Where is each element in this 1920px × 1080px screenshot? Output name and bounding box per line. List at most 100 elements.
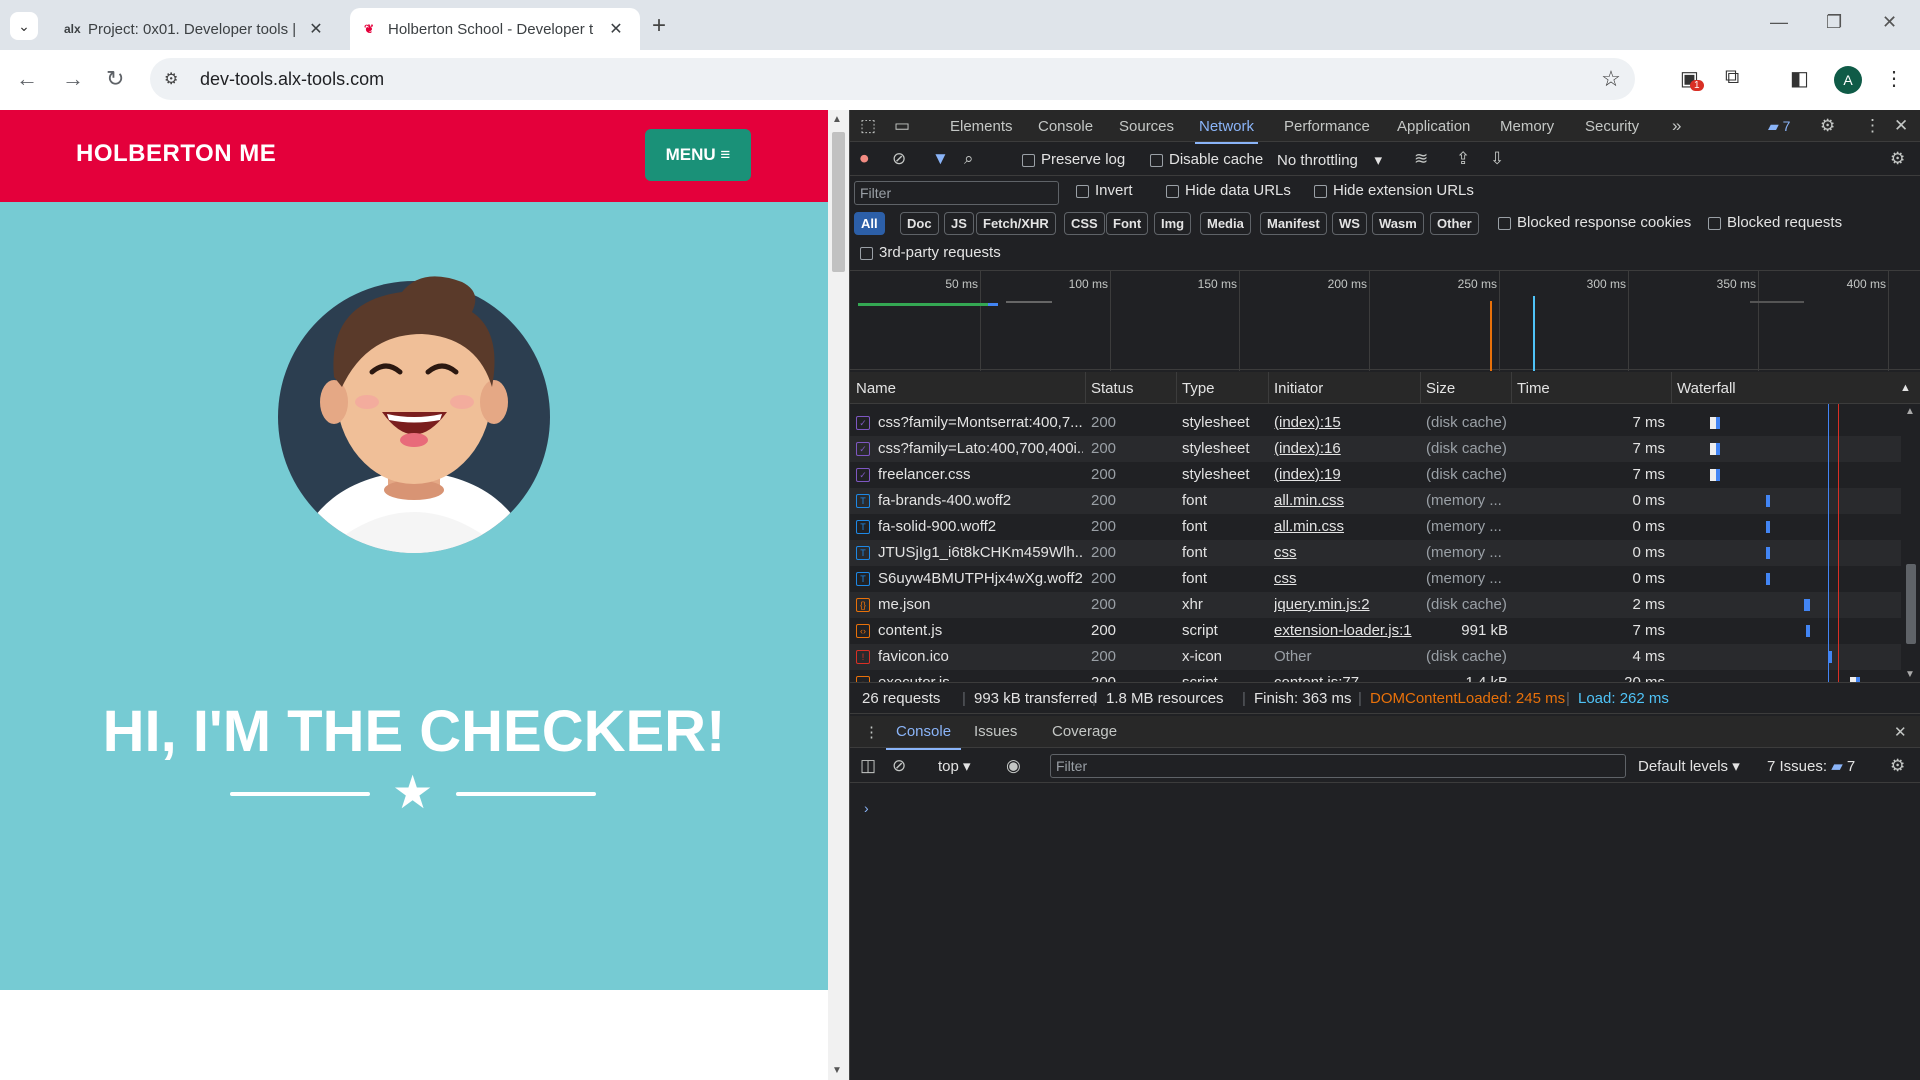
type-filter-other[interactable]: Other (1430, 212, 1479, 235)
preserve-log-checkbox[interactable]: Preserve log (1022, 151, 1125, 168)
request-initiator[interactable]: content.js:77 (1274, 674, 1418, 682)
request-row[interactable]: ! favicon.ico 200 x-icon Other (disk cache) 4 … (850, 644, 1901, 670)
network-conditions-icon[interactable]: ≋ (1414, 149, 1428, 169)
puzzle-extensions-icon[interactable]: ⧉ (1725, 66, 1739, 89)
settings-gear-icon[interactable]: ⚙ (1820, 116, 1835, 136)
tab-elements[interactable]: Elements (950, 118, 1013, 135)
import-har-icon[interactable]: ⇪ (1456, 149, 1470, 169)
kebab-menu-icon[interactable]: ⋮ (1884, 66, 1904, 91)
sort-arrow-icon[interactable]: ▲ (1900, 382, 1911, 394)
request-row[interactable]: Tfa-brands-400.woff2 200 font all.min.css (m… (850, 488, 1901, 514)
request-initiator[interactable]: (index):16 (1274, 440, 1418, 457)
drawer-tab-issues[interactable]: Issues (974, 723, 1017, 740)
context-select[interactable]: top ▾ (938, 757, 971, 775)
col-size[interactable]: Size (1426, 380, 1455, 397)
close-devtools-icon[interactable]: ✕ (1894, 116, 1908, 136)
tab-security[interactable]: Security (1585, 118, 1639, 135)
reload-icon[interactable]: ↻ (106, 66, 124, 92)
page-scrollbar[interactable]: ▲ ▼ (828, 110, 849, 1080)
close-tab-icon[interactable]: ✕ (306, 19, 326, 39)
network-overview-timeline[interactable]: 50 ms 100 ms 150 ms 200 ms 250 ms 300 ms… (850, 270, 1920, 371)
col-initiator[interactable]: Initiator (1274, 380, 1323, 397)
request-initiator[interactable]: jquery.min.js:2 (1274, 596, 1418, 613)
new-tab-button[interactable]: + (652, 12, 666, 40)
request-row[interactable]: T JTUSjIg1_i6t8kCHKm459Wlh... 200 font css (m… (850, 540, 1901, 566)
col-waterfall[interactable]: Waterfall (1677, 380, 1736, 397)
scrollbar-thumb[interactable] (832, 132, 845, 272)
site-brand[interactable]: HOLBERTON ME (76, 140, 276, 168)
blocked-requests-checkbox[interactable]: Blocked requests (1708, 214, 1842, 231)
blocked-cookies-checkbox[interactable]: Blocked response cookies (1498, 214, 1691, 231)
request-row[interactable]: ✓ css?family=Lato:400,700,400i... 200 style… (850, 436, 1901, 462)
col-type[interactable]: Type (1182, 380, 1215, 397)
log-levels-select[interactable]: Default levels ▾ (1638, 757, 1740, 775)
hide-extension-urls-checkbox[interactable]: Hide extension URLs (1314, 182, 1474, 199)
export-har-icon[interactable]: ⇩ (1490, 149, 1504, 169)
request-row[interactable]: ✓ css?family=Montserrat:400,7... 200 styles… (850, 410, 1901, 436)
tab-search-button[interactable]: ⌄ (10, 12, 38, 40)
type-filter-doc[interactable]: Doc (900, 212, 939, 235)
bookmark-star-icon[interactable]: ☆ (1587, 58, 1635, 100)
close-window-icon[interactable]: ✕ (1882, 12, 1897, 33)
console-filter-input[interactable]: Filter (1050, 754, 1626, 778)
tab-application[interactable]: Application (1397, 118, 1470, 135)
devtools-menu-icon[interactable]: ⋮ (1864, 116, 1881, 136)
console-sidebar-icon[interactable]: ◫ (860, 756, 876, 776)
col-time[interactable]: Time (1517, 380, 1550, 397)
type-filter-font[interactable]: Font (1106, 212, 1149, 235)
side-panel-icon[interactable]: ◧ (1790, 66, 1809, 91)
browser-tab-alx[interactable]: alx Project: 0x01. Developer tools | ✕ (50, 8, 340, 50)
browser-tab-holberton[interactable]: ❦ Holberton School - Developer t ✕ (350, 8, 640, 50)
tab-console[interactable]: Console (1038, 118, 1093, 135)
console-clear-icon[interactable]: ⊘ (892, 756, 906, 776)
request-row[interactable]: {} me.json 200 xhr jquery.min.js:2 (disk cach… (850, 592, 1901, 618)
type-filter-all[interactable]: All (854, 212, 885, 235)
type-filter-js[interactable]: JS (944, 212, 974, 235)
request-initiator[interactable]: all.min.css (1274, 492, 1418, 509)
request-row[interactable]: ✓ freelancer.css 200 stylesheet (index):19 (d… (850, 462, 1901, 488)
tab-memory[interactable]: Memory (1500, 118, 1554, 135)
requests-scroll-thumb[interactable] (1906, 564, 1916, 644)
minimize-icon[interactable]: — (1770, 12, 1788, 33)
request-initiator[interactable]: css (1274, 570, 1418, 587)
inspect-element-icon[interactable]: ⬚ (860, 116, 876, 136)
network-settings-icon[interactable]: ⚙ (1890, 149, 1905, 169)
type-filter-fetch-xhr[interactable]: Fetch/XHR (976, 212, 1056, 235)
request-row[interactable]: T S6uyw4BMUTPHjx4wXg.woff2 200 font css (memo… (850, 566, 1901, 592)
issues-counter[interactable]: 7 Issues: ▰ 7 (1767, 757, 1855, 775)
messages-icon[interactable]: ▰ 7 (1768, 118, 1790, 135)
forward-icon[interactable]: → (62, 66, 84, 92)
record-stop-icon[interactable]: ⏺ (860, 149, 869, 169)
address-bar[interactable]: ⚙ dev-tools.alx-tools.com ☆ (150, 58, 1635, 100)
drawer-menu-icon[interactable]: ⋮ (864, 723, 879, 741)
disable-cache-checkbox[interactable]: Disable cache (1150, 151, 1263, 168)
clear-icon[interactable]: ⊘ (892, 149, 906, 169)
type-filter-manifest[interactable]: Manifest (1260, 212, 1327, 235)
drawer-tab-console[interactable]: Console (885, 723, 962, 750)
device-toolbar-icon[interactable]: ▭ (894, 116, 910, 136)
request-row[interactable]: ‹› content.js 200 script extension-loader.js… (850, 618, 1901, 644)
request-initiator[interactable]: css (1274, 544, 1418, 561)
network-filter-input[interactable]: Filter (854, 181, 1059, 205)
tab-performance[interactable]: Performance (1284, 118, 1370, 135)
console-prompt[interactable]: › (864, 800, 869, 816)
tab-sources[interactable]: Sources (1119, 118, 1174, 135)
type-filter-wasm[interactable]: Wasm (1372, 212, 1424, 235)
request-initiator[interactable]: (index):19 (1274, 466, 1418, 483)
throttling-select[interactable]: No throttling ▾ (1277, 151, 1382, 169)
request-row[interactable]: ‹›executor.js200scriptcontent.js:771.4 k… (850, 670, 1901, 682)
search-icon[interactable]: ⌕ (964, 149, 974, 169)
type-filter-img[interactable]: Img (1154, 212, 1192, 235)
close-tab-icon[interactable]: ✕ (606, 19, 626, 39)
menu-button[interactable]: MENU ≡ (645, 129, 751, 181)
type-filter-media[interactable]: Media (1200, 212, 1251, 235)
profile-avatar[interactable]: A (1834, 66, 1862, 94)
invert-checkbox[interactable]: Invert (1076, 182, 1133, 199)
request-initiator[interactable]: extension-loader.js:1 (1274, 622, 1418, 639)
filter-funnel-icon[interactable]: ▼ (932, 149, 949, 169)
type-filter-css[interactable]: CSS (1064, 212, 1105, 235)
back-icon[interactable]: ← (16, 66, 38, 92)
requests-scrollbar[interactable]: ▲ ▼ (1901, 404, 1920, 682)
live-expression-eye-icon[interactable]: ◉ (1006, 756, 1021, 776)
type-filter-ws[interactable]: WS (1332, 212, 1367, 235)
